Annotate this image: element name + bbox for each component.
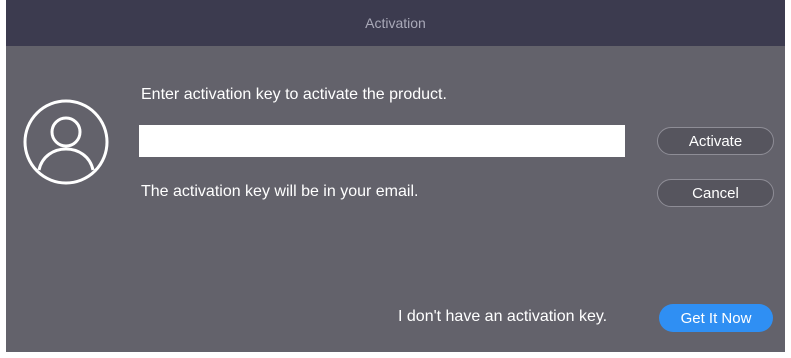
no-key-label: I don't have an activation key. xyxy=(398,308,608,325)
activation-key-input[interactable] xyxy=(139,125,625,157)
user-avatar-icon xyxy=(23,99,109,185)
window-title: Activation xyxy=(365,15,426,31)
activation-prompt: Enter activation key to activate the pro… xyxy=(141,86,447,103)
cancel-button[interactable]: Cancel xyxy=(657,179,774,207)
email-hint: The activation key will be in your email… xyxy=(141,183,419,200)
title-bar: Activation xyxy=(6,0,785,46)
activation-dialog: Activation Enter activation key to activ… xyxy=(6,0,785,352)
get-it-now-button[interactable]: Get It Now xyxy=(659,304,773,332)
activate-button[interactable]: Activate xyxy=(657,127,774,155)
